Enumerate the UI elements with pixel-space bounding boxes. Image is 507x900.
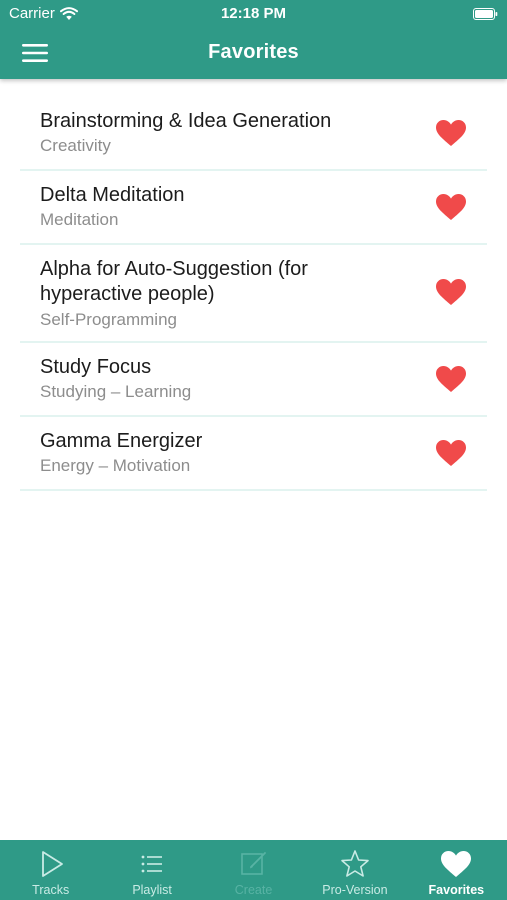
track-title: Gamma Energizer — [40, 430, 203, 452]
favorites-screen: Carrier 12:18 PM Favorites Brainstorming… — [0, 0, 507, 900]
track-category: Studying – Learning — [40, 382, 192, 401]
track-title: Brainstorming & Idea Generation — [40, 110, 332, 132]
heart-icon[interactable] — [435, 119, 467, 147]
tab-label: Tracks — [32, 883, 70, 897]
track-title: Study Focus — [40, 356, 152, 378]
track-category: Energy – Motivation — [40, 456, 191, 475]
tab-pro-version[interactable]: Pro-Version — [304, 840, 405, 900]
track-category: Meditation — [40, 210, 119, 229]
tab-tracks[interactable]: Tracks — [0, 840, 101, 900]
edit-icon — [240, 852, 266, 875]
track-category: Creativity — [40, 136, 111, 155]
tab-label: Playlist — [132, 883, 172, 897]
heart-icon[interactable] — [435, 278, 467, 306]
tab-create[interactable]: Create — [203, 840, 304, 900]
status-bar: Carrier 12:18 PM — [0, 0, 507, 28]
heart-icon[interactable] — [435, 193, 467, 221]
favorite-row[interactable]: Alpha for Auto-Suggestion (for hyperacti… — [20, 245, 487, 343]
header: Carrier 12:18 PM Favorites — [0, 0, 507, 79]
heart-icon[interactable] — [435, 365, 467, 393]
battery-icon — [473, 8, 498, 20]
tab-playlist[interactable]: Playlist — [101, 840, 202, 900]
favorites-list: Brainstorming & Idea Generation Creativi… — [20, 97, 487, 491]
play-icon — [41, 851, 63, 877]
heart-icon — [441, 851, 472, 877]
heart-icon[interactable] — [435, 439, 467, 467]
tab-favorites[interactable]: Favorites — [406, 840, 507, 900]
navigation-bar: Favorites — [0, 28, 507, 79]
favorite-row[interactable]: Gamma Energizer Energy – Motivation — [20, 417, 487, 491]
track-title: Alpha for Auto-Suggestion (for hyperacti… — [40, 258, 308, 305]
track-category: Self-Programming — [40, 310, 177, 329]
favorite-row[interactable]: Study Focus Studying – Learning — [20, 343, 487, 417]
favorite-row[interactable]: Delta Meditation Meditation — [20, 171, 487, 245]
tab-label: Create — [234, 883, 273, 897]
tab-label: Pro-Version — [322, 883, 388, 897]
page-title: Favorites — [208, 41, 299, 63]
track-title: Delta Meditation — [40, 184, 185, 206]
list-icon — [141, 855, 163, 873]
status-time: 12:18 PM — [220, 5, 287, 22]
star-icon — [341, 850, 369, 877]
favorite-row[interactable]: Brainstorming & Idea Generation Creativi… — [20, 97, 487, 171]
tab-label: Favorites — [428, 883, 485, 897]
tab-bar: Tracks Playlist Create Pro-Version Favor… — [0, 840, 507, 900]
